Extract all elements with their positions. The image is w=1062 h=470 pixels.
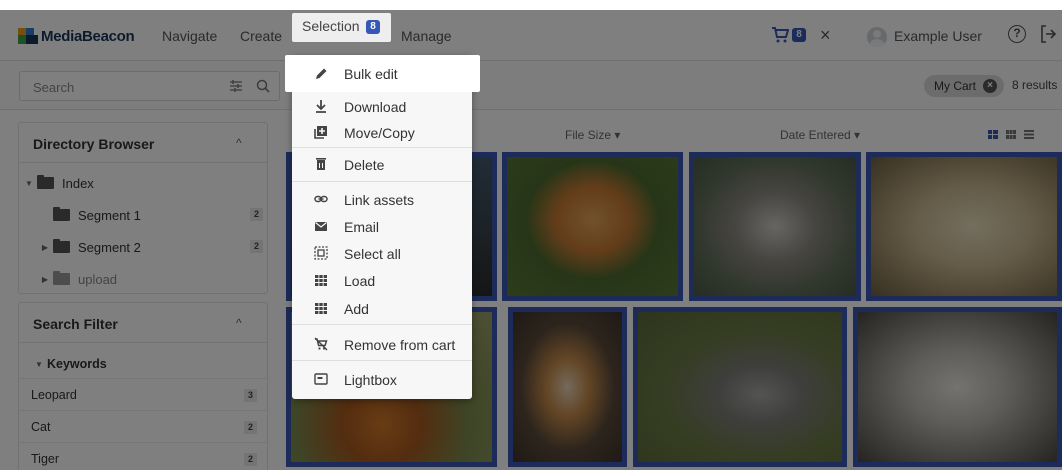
menu-item-lightbox[interactable]: Lightbox <box>292 366 472 393</box>
menu-item-label: Lightbox <box>344 372 397 388</box>
menu-item-load[interactable]: Load <box>292 267 472 294</box>
menu-item-move-copy[interactable]: Move/Copy <box>292 119 472 146</box>
grid-load-icon <box>315 275 327 286</box>
menu-item-label: Remove from cart <box>344 337 456 353</box>
menu-item-select-all[interactable]: Select all <box>292 240 472 267</box>
move-copy-icon <box>314 126 327 139</box>
modal-overlay[interactable] <box>0 10 1062 470</box>
nav-selection-label: Selection <box>302 18 360 34</box>
nav-selection[interactable]: Selection 8 <box>292 13 391 42</box>
download-icon <box>316 100 326 113</box>
mail-icon <box>315 222 327 231</box>
remove-cart-icon <box>314 337 328 351</box>
menu-item-label: Download <box>344 99 407 115</box>
menu-item-label: Delete <box>344 157 385 173</box>
menu-item-remove-from-cart[interactable]: Remove from cart <box>292 331 472 358</box>
link-icon <box>314 195 328 203</box>
menu-item-email[interactable]: Email <box>292 213 472 240</box>
menu-divider <box>292 360 472 361</box>
menu-item-label: Move/Copy <box>344 125 415 141</box>
menu-item-label: Link assets <box>344 192 415 208</box>
trash-icon <box>316 158 326 170</box>
menu-item-bulk-edit[interactable]: Bulk edit <box>285 55 480 92</box>
menu-item-label: Bulk edit <box>344 66 398 82</box>
select-all-icon <box>314 246 328 260</box>
menu-item-label: Select all <box>344 246 401 262</box>
menu-divider <box>292 147 472 148</box>
selection-count-badge: 8 <box>366 20 380 34</box>
menu-item-download[interactable]: Download <box>292 93 472 120</box>
lightbox-icon <box>314 373 328 385</box>
menu-item-add[interactable]: Add <box>292 295 472 322</box>
pencil-icon <box>316 68 327 79</box>
grid-add-icon <box>315 303 327 314</box>
menu-item-link-assets[interactable]: Link assets <box>292 186 472 213</box>
menu-item-label: Add <box>344 301 369 317</box>
menu-divider <box>292 181 472 182</box>
menu-item-label: Load <box>344 273 376 289</box>
menu-item-delete[interactable]: Delete <box>292 151 472 178</box>
selection-menu: Download Move/Copy Delete Link assets Em… <box>292 55 472 399</box>
menu-divider <box>292 324 472 325</box>
menu-item-label: Email <box>344 219 380 235</box>
